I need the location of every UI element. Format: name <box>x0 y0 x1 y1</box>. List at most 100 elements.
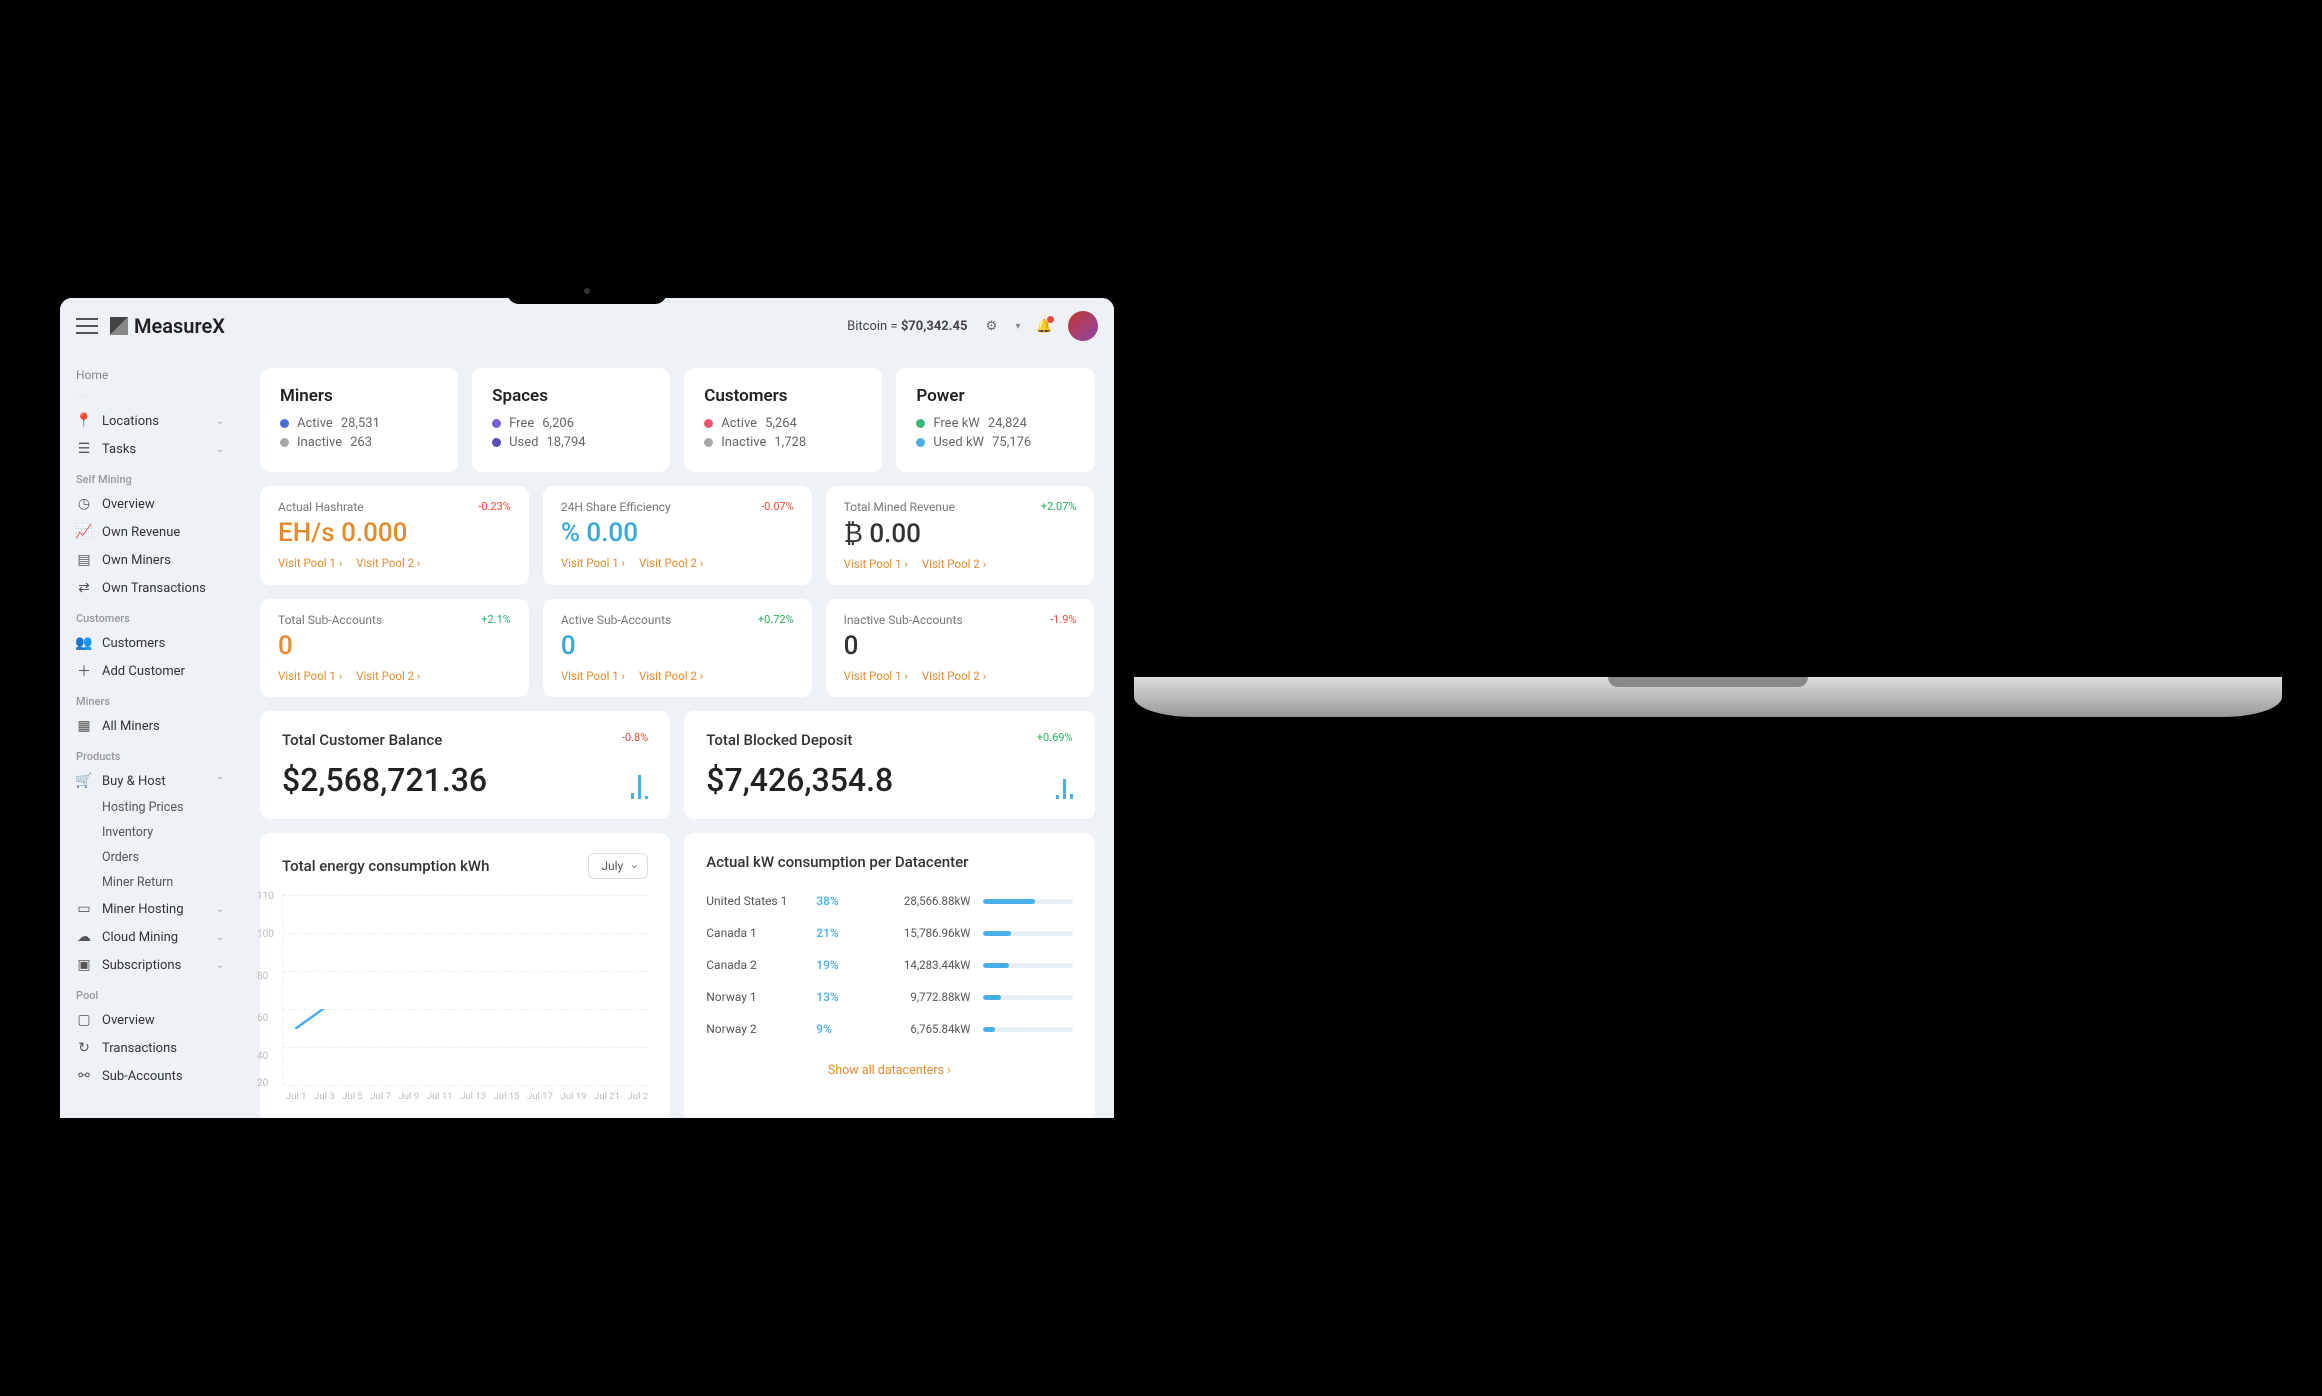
sidebar-home[interactable]: Home <box>60 362 240 388</box>
dot-icon <box>492 419 501 428</box>
sidebar-item-cloud-mining[interactable]: ☁Cloud Mining⌄ <box>60 923 240 951</box>
y-tick: 40 <box>257 1051 268 1062</box>
user-avatar[interactable] <box>1068 311 1098 341</box>
datacenter-row: Canada 121%15,786.96kW <box>706 917 1072 949</box>
dot-icon <box>916 419 925 428</box>
sidebar-item-all-miners[interactable]: ▦All Miners <box>60 712 240 740</box>
visit-pool-2-link[interactable]: Visit Pool 2 › <box>922 557 986 571</box>
topbar: MeasureX Bitcoin = $70,342.45 ⚙ ▾ 🔔 <box>60 298 1114 354</box>
brand-logo[interactable]: MeasureX <box>110 314 225 338</box>
metric-delta: -0.23% <box>478 500 511 513</box>
dot-icon <box>704 419 713 428</box>
accounts-icon: ⚯ <box>76 1068 92 1084</box>
sidebar-item-sub-accounts[interactable]: ⚯Sub-Accounts <box>60 1062 240 1090</box>
show-all-link[interactable]: Show all datacenters › <box>828 1063 951 1078</box>
visit-pool-2-link[interactable]: Visit Pool 2 › <box>922 669 986 683</box>
dc-name: Norway 1 <box>706 990 816 1004</box>
sidebar-sub-hosting-prices[interactable]: Hosting Prices <box>60 795 240 820</box>
energy-chart-card: Total energy consumption kWh July 110 10… <box>260 833 670 1118</box>
overview-icon: ▢ <box>76 1012 92 1028</box>
dc-pct: 9% <box>816 1022 856 1036</box>
visit-pool-2-link[interactable]: Visit Pool 2 › <box>639 556 703 570</box>
sidebar-item-own-transactions[interactable]: ⇄Own Transactions <box>60 574 240 602</box>
notifications-icon[interactable]: 🔔 <box>1034 316 1054 336</box>
sidebar-item-pool-transactions[interactable]: ↻Transactions <box>60 1034 240 1062</box>
dot-icon <box>916 438 925 447</box>
sidebar-section-products: Products <box>60 740 240 767</box>
menu-toggle-button[interactable] <box>76 318 98 334</box>
cloud-icon: ☁ <box>76 929 92 945</box>
metric-value: ₿ 0.00 <box>844 518 1077 549</box>
sidebar-item-subscriptions[interactable]: ▣Subscriptions⌄ <box>60 951 240 979</box>
visit-pool-1-link[interactable]: Visit Pool 1 › <box>561 669 625 683</box>
dc-pct: 13% <box>816 990 856 1004</box>
ticker: Bitcoin = $70,342.45 <box>847 319 967 334</box>
visit-pool-2-link[interactable]: Visit Pool 2 › <box>356 669 420 683</box>
dot-icon <box>280 419 289 428</box>
sidebar: Home ··· 📍Locations⌄ ☰Tasks⌄ Self Mining… <box>60 354 240 1118</box>
sidebar-item-tasks[interactable]: ☰Tasks⌄ <box>60 435 240 463</box>
datacenter-row: United States 138%28,566.88kW <box>706 885 1072 917</box>
sidebar-item-miner-hosting[interactable]: ▭Miner Hosting⌄ <box>60 895 240 923</box>
visit-pool-1-link[interactable]: Visit Pool 1 › <box>561 556 625 570</box>
refresh-icon: ↻ <box>76 1040 92 1056</box>
month-select[interactable]: July <box>588 853 648 879</box>
sidebar-item-add-customer[interactable]: ＋Add Customer <box>60 657 240 685</box>
sidebar-item-pool-overview[interactable]: ▢Overview <box>60 1006 240 1034</box>
visit-pool-1-link[interactable]: Visit Pool 1 › <box>278 556 342 570</box>
chevron-down-icon: ⌄ <box>216 960 224 971</box>
dot-icon <box>704 438 713 447</box>
chevron-down-icon[interactable]: ▾ <box>1015 321 1020 332</box>
metric-delta: -1.9% <box>1050 613 1076 626</box>
dc-val: 15,786.96kW <box>856 926 982 940</box>
sidebar-sub-orders[interactable]: Orders <box>60 845 240 870</box>
sidebar-item-buy-host[interactable]: 🛒Buy & Host⌃ <box>60 767 240 795</box>
visit-pool-2-link[interactable]: Visit Pool 2 › <box>356 556 420 570</box>
metric-value: 0 <box>561 631 794 661</box>
sparkline-icon <box>631 769 648 799</box>
dc-val: 28,566.88kW <box>856 894 982 908</box>
visit-pool-1-link[interactable]: Visit Pool 1 › <box>278 669 342 683</box>
datacenter-row: Canada 219%14,283.44kW <box>706 949 1072 981</box>
stat-used: Used 18,794 <box>492 435 650 450</box>
stat-active: Active 5,264 <box>704 416 862 431</box>
sidebar-item-locations[interactable]: 📍Locations⌄ <box>60 407 240 435</box>
sidebar-sub-inventory[interactable]: Inventory <box>60 820 240 845</box>
big-value: $7,426,354.8 <box>706 761 1072 799</box>
chevron-down-icon: ⌄ <box>216 444 224 455</box>
dc-name: Norway 2 <box>706 1022 816 1036</box>
metric-delta: +0.72% <box>758 613 794 626</box>
chevron-down-icon: ⌄ <box>216 932 224 943</box>
sidebar-item-own-revenue[interactable]: 📈Own Revenue <box>60 518 240 546</box>
metric-label: Actual Hashrate <box>278 500 511 514</box>
metric-label: Total Sub-Accounts <box>278 613 511 627</box>
location-icon: 📍 <box>76 413 92 429</box>
main-content: Miners Active 28,531 Inactive 263 Spaces… <box>240 354 1114 1118</box>
big-label: Total Blocked Deposit <box>706 731 1072 749</box>
card-title: Power <box>916 386 1074 406</box>
datacenter-row: Norway 29%6,765.84kW <box>706 1013 1072 1045</box>
datacenter-card: Actual kW consumption per Datacenter Uni… <box>684 833 1094 1118</box>
visit-pool-2-link[interactable]: Visit Pool 2 › <box>639 669 703 683</box>
chart-icon: 📈 <box>76 524 92 540</box>
sidebar-item-own-miners[interactable]: ▤Own Miners <box>60 546 240 574</box>
sidebar-item-customers[interactable]: 👥Customers <box>60 629 240 657</box>
sidebar-sub-miner-return[interactable]: Miner Return <box>60 870 240 895</box>
sidebar-item-overview[interactable]: ◷Overview <box>60 490 240 518</box>
chart-title: Total energy consumption kWh <box>282 857 489 875</box>
user-plus-icon: ＋ <box>76 663 92 679</box>
metric-inactive-sub: Inactive Sub-Accounts -1.9% 0 Visit Pool… <box>826 599 1095 697</box>
dc-pct: 21% <box>816 926 856 940</box>
stat-free: Free kW 24,824 <box>916 416 1074 431</box>
stat-inactive: Inactive 1,728 <box>704 435 862 450</box>
dot-icon <box>492 438 501 447</box>
visit-pool-1-link[interactable]: Visit Pool 1 › <box>844 557 908 571</box>
sidebar-section-self-mining: Self Mining <box>60 463 240 490</box>
visit-pool-1-link[interactable]: Visit Pool 1 › <box>844 669 908 683</box>
settings-icon[interactable]: ⚙ <box>981 316 1001 336</box>
dot-icon <box>280 438 289 447</box>
dc-val: 6,765.84kW <box>856 1022 982 1036</box>
sidebar-section-miners: Miners <box>60 685 240 712</box>
y-tick: 110 <box>257 891 274 902</box>
dc-bar <box>983 899 1073 904</box>
